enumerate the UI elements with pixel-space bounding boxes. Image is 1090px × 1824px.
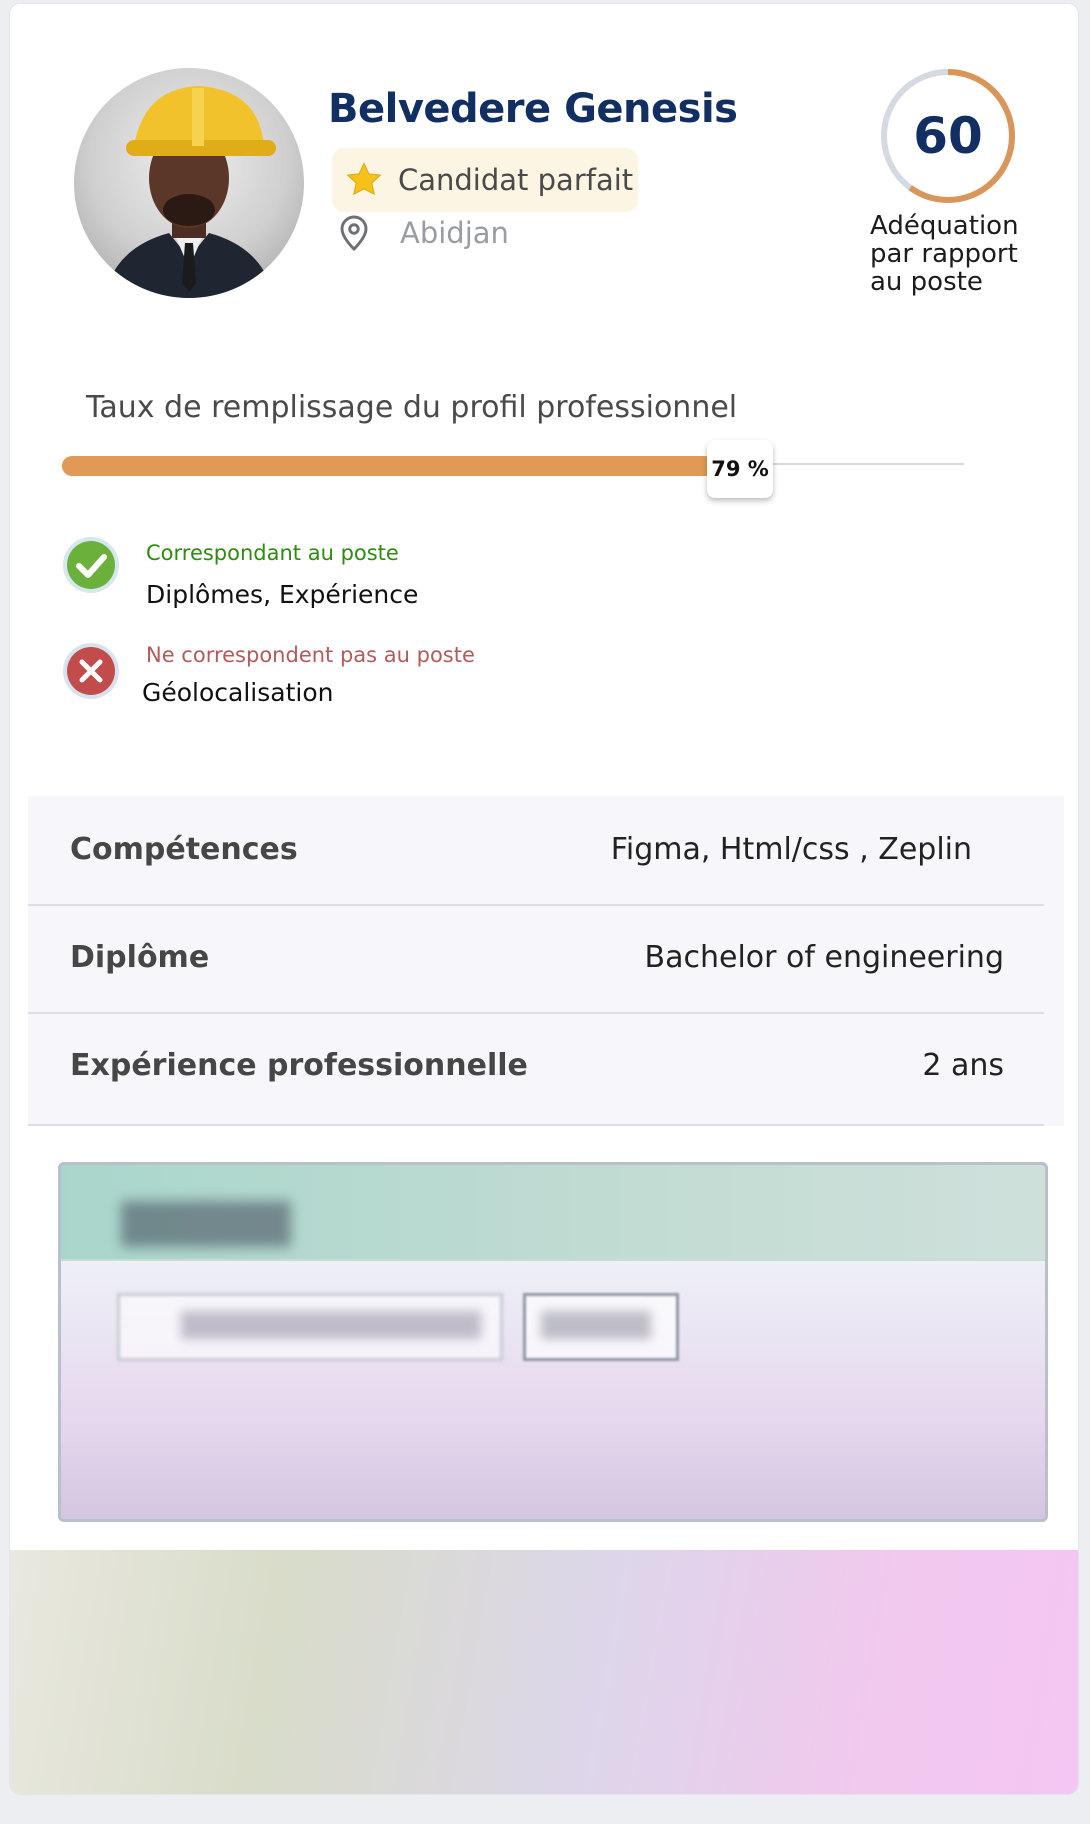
experience-label: Expérience professionnelle (70, 1048, 528, 1083)
star-icon (346, 162, 382, 196)
profile-completion-title: Taux de remplissage du profil profession… (86, 390, 738, 425)
candidate-badge: Candidat parfait (332, 148, 638, 212)
experience-value: 2 ans (922, 1048, 1004, 1083)
obscured-button-label (541, 1311, 651, 1339)
obscured-input-content (181, 1311, 481, 1339)
avatar-photo (104, 86, 276, 298)
obscured-panel-title (121, 1201, 291, 1247)
check-circle-icon (63, 537, 119, 593)
candidate-details-table: Compétences Figma, Html/css , Zeplin Dip… (28, 796, 1064, 1126)
details-row-experience: Expérience professionnelle 2 ans (28, 1012, 1044, 1126)
degree-label: Diplôme (70, 940, 210, 975)
skills-value: Figma, Html/css , Zeplin (610, 832, 972, 867)
obscured-footer-area (10, 1550, 1078, 1794)
details-row-skills: Compétences Figma, Html/css , Zeplin (28, 796, 1044, 906)
badge-label: Candidat parfait (398, 163, 634, 197)
location-label: Abidjan (400, 216, 509, 250)
degree-value: Bachelor of engineering (644, 940, 1004, 975)
profile-completion-fill (62, 456, 715, 476)
candidate-card: Belvedere Genesis Candidat parfait Abidj… (10, 4, 1078, 1794)
matching-heading: Correspondant au poste (146, 541, 399, 565)
details-row-degree: Diplôme Bachelor of engineering (28, 904, 1044, 1014)
avatar (74, 68, 304, 298)
match-score-label: Adéquation par rapport au poste (870, 211, 1019, 297)
skills-label: Compétences (70, 832, 298, 867)
match-score-value: 60 (913, 107, 983, 165)
candidate-location: Abidjan (338, 214, 509, 252)
not-matching-heading: Ne correspondent pas au poste (146, 643, 475, 667)
obscured-panel (58, 1162, 1048, 1522)
x-circle-icon (63, 643, 119, 699)
matching-items: Diplômes, Expérience (146, 580, 419, 609)
not-matching-items: Géolocalisation (142, 678, 334, 707)
candidate-name: Belvedere Genesis (328, 86, 738, 132)
profile-completion-percent: 79 % (707, 440, 773, 498)
location-pin-icon (340, 215, 368, 252)
